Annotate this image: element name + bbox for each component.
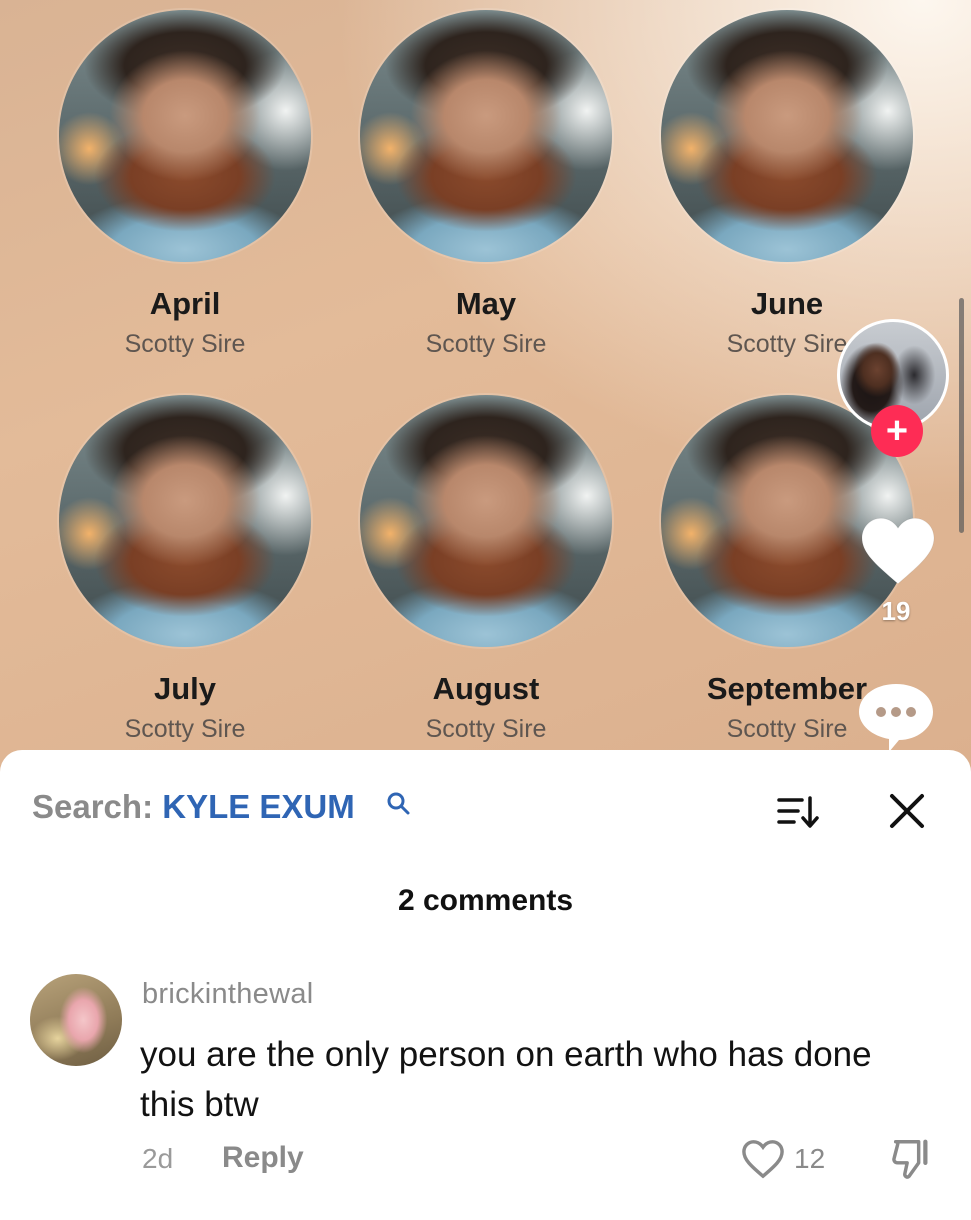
reply-button[interactable]: Reply (222, 1141, 304, 1175)
cover-image (59, 10, 311, 262)
grid-item-title: April (149, 286, 221, 321)
comment-text: you are the only person on earth who has… (140, 1035, 872, 1124)
grid-item-june[interactable]: June Scotty Sire (657, 10, 917, 359)
grid-item-artist: Scotty Sire (124, 330, 246, 358)
grid-item-may[interactable]: May Scotty Sire (356, 10, 616, 359)
close-icon[interactable] (886, 790, 928, 832)
comment-like-count: 12 (794, 1143, 826, 1174)
grid-item-april[interactable]: April Scotty Sire (55, 10, 315, 359)
like-count: 19 (881, 596, 911, 626)
grid-item-august[interactable]: August Scotty Sire (356, 395, 616, 744)
search-term[interactable]: KYLE EXUM (162, 788, 355, 825)
cover-image (661, 10, 913, 262)
heart-icon (861, 517, 935, 585)
album-grid: April Scotty Sire May Scotty Sire June S… (0, 0, 971, 780)
search-icon[interactable] (386, 791, 412, 817)
grid-item-artist: Scotty Sire (425, 715, 547, 743)
dislike-icon[interactable] (888, 1136, 934, 1182)
comment-icon[interactable] (855, 678, 937, 758)
cover-image (59, 395, 311, 647)
grid-item-artist: Scotty Sire (425, 330, 547, 358)
commenter-avatar[interactable] (30, 974, 122, 1066)
comments-count: 2 comments (397, 884, 574, 917)
video-background[interactable]: April Scotty Sire May Scotty Sire June S… (0, 0, 971, 780)
grid-item-title: May (455, 286, 517, 321)
follow-button[interactable]: + (871, 405, 923, 457)
cover-image (360, 395, 612, 647)
like-button[interactable] (850, 515, 946, 592)
search-query[interactable]: Search: KYLE EXUM (32, 788, 355, 826)
sort-icon[interactable] (776, 792, 820, 832)
grid-item-title: July (153, 671, 217, 706)
heart-icon[interactable] (740, 1138, 786, 1180)
search-prefix: Search: (32, 788, 154, 825)
grid-item-title: August (432, 671, 540, 706)
cover-image (360, 10, 612, 262)
comment-time: 2d (142, 1143, 174, 1174)
comment-username[interactable]: brickinthewal (142, 978, 314, 1011)
grid-item-artist: Scotty Sire (124, 715, 246, 743)
grid-item-july[interactable]: July Scotty Sire (55, 395, 315, 744)
scrollbar[interactable] (959, 298, 964, 533)
grid-item-title: June (750, 286, 824, 321)
